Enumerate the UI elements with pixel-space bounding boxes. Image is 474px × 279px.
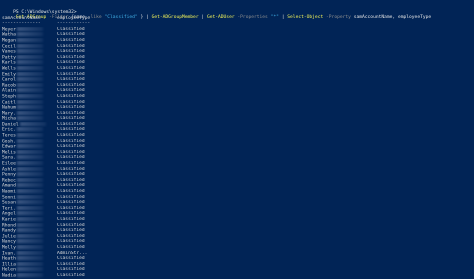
command-token: |	[281, 15, 285, 21]
redaction-blur	[16, 138, 43, 143]
redaction-blur	[16, 172, 43, 177]
redaction-blur	[16, 105, 43, 110]
redaction-blur	[16, 272, 43, 277]
command-token: -Properties	[237, 15, 268, 21]
redaction-blur	[16, 65, 43, 70]
redaction-blur	[16, 93, 43, 98]
redaction-blur	[16, 228, 43, 233]
command-token: "*"	[270, 15, 279, 21]
redaction-blur	[16, 88, 43, 93]
redaction-blur	[16, 267, 43, 272]
table-row: Nadia Classified	[2, 272, 474, 279]
redaction-blur	[16, 161, 43, 166]
redaction-blur	[16, 71, 43, 76]
redaction-blur	[16, 127, 43, 132]
sam-account-name-cell: Nadia	[2, 272, 57, 279]
redaction-blur	[16, 177, 43, 182]
redaction-blur	[16, 205, 43, 210]
redaction-blur	[16, 99, 43, 104]
redaction-blur	[16, 155, 43, 160]
command-token: -Property	[326, 15, 351, 21]
sam-account-name: Nadia	[2, 273, 16, 279]
redaction-blur	[16, 222, 43, 227]
redaction-blur	[16, 144, 43, 149]
redaction-blur	[16, 43, 43, 48]
redaction-blur	[16, 110, 43, 115]
redaction-blur	[16, 189, 43, 193]
redaction-blur	[16, 116, 43, 121]
redaction-blur	[16, 216, 43, 221]
redaction-blur	[16, 166, 43, 171]
redaction-blur	[16, 49, 43, 54]
command-token: Get-ADUser	[206, 15, 235, 21]
redaction-blur	[16, 183, 43, 188]
redaction-blur	[16, 256, 43, 261]
redaction-blur	[16, 200, 43, 205]
employee-type: Classified	[57, 272, 85, 278]
prompt: PS C:\Windows\system32>	[13, 9, 77, 15]
command-token: |	[201, 15, 205, 21]
table-body: Meyer Classified Watha Classified Megan Class…	[2, 26, 474, 279]
redaction-blur	[16, 233, 43, 238]
redaction-blur	[16, 26, 43, 31]
redaction-blur	[16, 54, 43, 59]
redaction-blur	[16, 239, 43, 244]
redaction-blur	[16, 149, 43, 154]
redaction-blur	[16, 211, 43, 216]
command-token: samAccountName, employeeType	[353, 15, 432, 21]
powershell-console[interactable]: PS C:\Windows\system32> Get-ADGroup -Fil…	[0, 0, 474, 279]
redaction-blur	[16, 244, 43, 249]
redaction-blur	[16, 194, 43, 199]
redaction-blur	[16, 261, 43, 266]
redaction-blur	[16, 32, 43, 37]
command-token: Select-Object	[287, 15, 324, 21]
redaction-blur	[16, 82, 43, 87]
redaction-blur	[16, 37, 43, 42]
redaction-blur	[16, 133, 43, 138]
redaction-blur	[16, 77, 43, 82]
redaction-blur	[16, 60, 43, 65]
redaction-blur	[19, 121, 46, 126]
redaction-blur	[16, 250, 43, 255]
